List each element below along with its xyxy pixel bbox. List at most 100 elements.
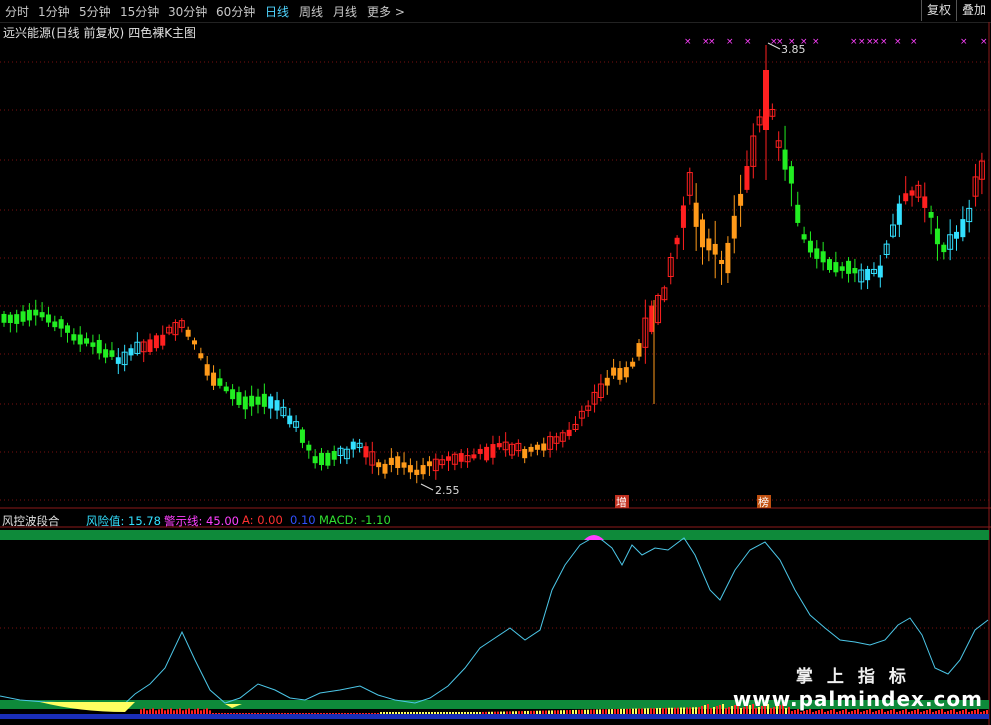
candle bbox=[807, 240, 813, 253]
macd-bar bbox=[959, 711, 961, 714]
kline-chart[interactable]: 3.852.55× ×× × × ×× × × × × × ×× × × × × ×增榜 bbox=[0, 0, 991, 725]
macd-bar bbox=[452, 712, 454, 714]
macd-bar bbox=[596, 709, 598, 714]
candle bbox=[522, 449, 528, 459]
candle bbox=[795, 204, 801, 223]
macd-bar bbox=[923, 711, 925, 714]
macd-bar bbox=[158, 709, 160, 714]
macd-bar bbox=[218, 713, 220, 714]
macd-bar bbox=[428, 712, 430, 714]
candle bbox=[401, 462, 407, 468]
macd-bar bbox=[653, 708, 655, 714]
macd-bar bbox=[719, 705, 721, 714]
macd-bar bbox=[695, 707, 697, 714]
macd-bar bbox=[932, 712, 934, 714]
macd-bar bbox=[260, 713, 262, 714]
macd-bar bbox=[164, 710, 166, 714]
macd-bar bbox=[182, 710, 184, 714]
signal-marker: × bbox=[960, 37, 968, 47]
macd-bar bbox=[947, 711, 949, 714]
candle bbox=[649, 305, 655, 332]
candle bbox=[268, 396, 274, 409]
candle bbox=[52, 321, 58, 328]
macd-bar bbox=[689, 707, 691, 714]
candle bbox=[192, 340, 197, 345]
macd-bar bbox=[329, 713, 331, 714]
macd-bar bbox=[350, 713, 352, 714]
macd-bar bbox=[863, 711, 865, 714]
macd-bar bbox=[980, 712, 982, 714]
candle bbox=[941, 244, 947, 253]
macd-bar bbox=[548, 710, 550, 714]
macd-bar bbox=[875, 711, 877, 714]
macd-bar bbox=[986, 710, 988, 714]
macd-bar bbox=[599, 709, 601, 714]
macd-bar bbox=[686, 707, 688, 714]
macd-bar bbox=[326, 713, 328, 714]
macd-bar bbox=[665, 707, 667, 714]
candle bbox=[147, 339, 153, 352]
macd-bar bbox=[356, 713, 358, 714]
macd-bar bbox=[146, 710, 148, 714]
macd-bar bbox=[395, 712, 397, 714]
macd-bar bbox=[197, 708, 199, 714]
macd-bar bbox=[533, 710, 535, 714]
macd-bar bbox=[581, 709, 583, 714]
macd-bar bbox=[701, 706, 703, 714]
macd-bar bbox=[593, 709, 595, 714]
candle bbox=[261, 393, 267, 407]
macd-bar bbox=[896, 712, 898, 714]
macd-bar bbox=[632, 708, 634, 714]
macd-bar bbox=[410, 712, 412, 714]
macd-bar bbox=[305, 713, 307, 714]
macd-bar bbox=[461, 712, 463, 714]
macd-bar bbox=[386, 712, 388, 714]
macd-bar bbox=[401, 712, 403, 714]
macd-bar bbox=[629, 708, 631, 714]
candle bbox=[630, 361, 636, 367]
macd-bar bbox=[374, 713, 376, 714]
macd-bar bbox=[527, 710, 529, 714]
macd-bar bbox=[602, 709, 604, 714]
macd-bar bbox=[149, 709, 151, 714]
macd-bar bbox=[911, 711, 913, 714]
candle bbox=[249, 395, 255, 407]
macd-bar bbox=[521, 711, 523, 714]
candle bbox=[611, 367, 617, 376]
macd-bar bbox=[656, 708, 658, 714]
macd-bar bbox=[266, 713, 268, 714]
candle bbox=[719, 259, 725, 265]
macd-bar bbox=[626, 708, 628, 714]
candle bbox=[388, 457, 394, 465]
candle bbox=[934, 228, 940, 245]
macd-bar bbox=[467, 712, 469, 714]
macd-bar bbox=[272, 713, 274, 714]
macd-bar bbox=[278, 713, 280, 714]
candle bbox=[274, 400, 280, 411]
macd-bar bbox=[800, 712, 802, 714]
macd-bar bbox=[638, 708, 640, 714]
candle bbox=[84, 338, 90, 344]
macd-bar bbox=[839, 711, 841, 714]
candle bbox=[700, 219, 705, 248]
candle bbox=[865, 268, 871, 281]
watermark: 掌上指标 www.palmindex.com bbox=[733, 662, 983, 711]
macd-bar bbox=[185, 709, 187, 714]
low-pointer bbox=[420, 483, 434, 491]
signal-marker: × bbox=[850, 37, 858, 47]
macd-bar bbox=[212, 713, 214, 714]
signal-marker: × bbox=[858, 37, 866, 47]
macd-bar bbox=[944, 712, 946, 714]
candle bbox=[674, 237, 680, 245]
candle bbox=[287, 415, 293, 425]
macd-bar bbox=[161, 708, 163, 714]
candle bbox=[744, 166, 750, 190]
macd-bar bbox=[179, 708, 181, 714]
macd-bar bbox=[500, 711, 502, 714]
macd-bar bbox=[668, 707, 670, 714]
macd-bar bbox=[389, 712, 391, 714]
candle bbox=[604, 377, 610, 386]
macd-bar bbox=[836, 712, 838, 714]
candle bbox=[204, 364, 210, 376]
macd-bar bbox=[536, 710, 538, 714]
